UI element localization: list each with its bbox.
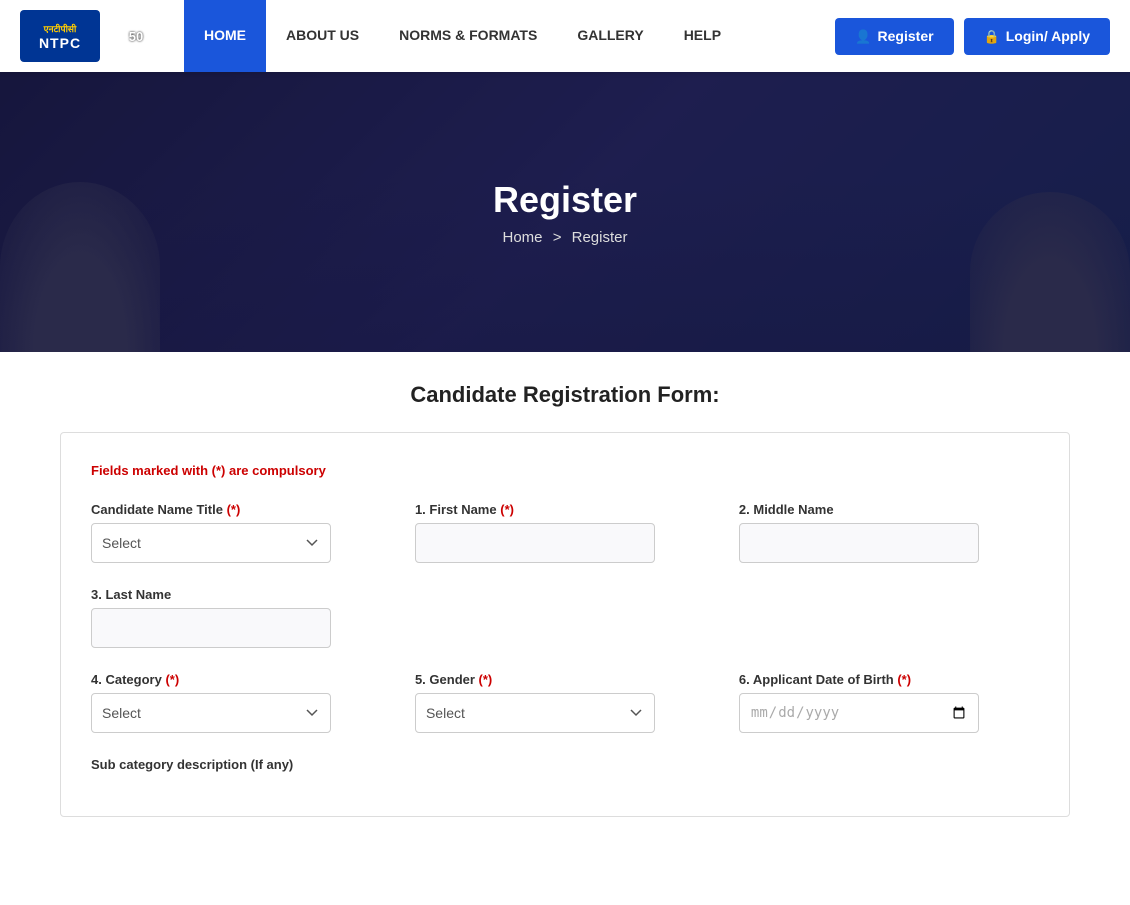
middlename-label: 2. Middle Name <box>739 502 1039 517</box>
firstname-label: 1. First Name (*) <box>415 502 715 517</box>
form-row-3: 4. Category (*) Select General OBC SC ST… <box>91 672 1039 733</box>
field-title-group: Candidate Name Title (*) Select Mr. Mrs.… <box>91 502 391 563</box>
title-select[interactable]: Select Mr. Mrs. Ms. Dr. <box>91 523 331 563</box>
field-category-group: 4. Category (*) Select General OBC SC ST <box>91 672 391 733</box>
navbar: एनटीपीसी NTPC 50 HOME ABOUT US NORMS & F… <box>0 0 1130 72</box>
ntpc-50-logo: 50 <box>108 10 164 62</box>
form-title: Candidate Registration Form: <box>60 382 1070 408</box>
nav-actions: Register Login/ Apply <box>835 18 1110 55</box>
nav-help[interactable]: HELP <box>664 0 741 72</box>
form-row-1: Candidate Name Title (*) Select Mr. Mrs.… <box>91 502 1039 563</box>
ntpc-logo-hindi: एनटीपीसी <box>44 22 77 35</box>
field-lastname-group: 3. Last Name <box>91 587 391 648</box>
breadcrumb-home: Home <box>503 229 543 246</box>
subcategory-label: Sub category description (If any) <box>91 757 391 772</box>
form-row-4: Sub category description (If any) <box>91 757 1039 772</box>
category-select[interactable]: Select General OBC SC ST <box>91 693 331 733</box>
gender-label: 5. Gender (*) <box>415 672 715 687</box>
field-middlename-group: 2. Middle Name <box>739 502 1039 563</box>
form-row-2: 3. Last Name <box>91 587 1039 648</box>
dob-label: 6. Applicant Date of Birth (*) <box>739 672 1039 687</box>
category-label: 4. Category (*) <box>91 672 391 687</box>
title-label: Candidate Name Title (*) <box>91 502 391 517</box>
dob-input[interactable] <box>739 693 979 733</box>
register-button[interactable]: Register <box>835 18 953 55</box>
ntpc-logo: एनटीपीसी NTPC <box>20 10 100 62</box>
lastname-input[interactable] <box>91 608 331 648</box>
person-icon <box>855 28 871 45</box>
field-gender-group: 5. Gender (*) Select Male Female Other <box>415 672 715 733</box>
nav-about[interactable]: ABOUT US <box>266 0 379 72</box>
hero-title: Register <box>493 179 637 221</box>
middlename-input[interactable] <box>739 523 979 563</box>
hero-person-right <box>970 192 1130 352</box>
nav-home[interactable]: HOME <box>184 0 266 72</box>
login-button[interactable]: Login/ Apply <box>964 18 1110 55</box>
firstname-input[interactable] <box>415 523 655 563</box>
lock-icon <box>984 28 1000 45</box>
breadcrumb-separator: > <box>553 229 562 246</box>
form-section: Candidate Registration Form: Fields mark… <box>40 352 1090 857</box>
gender-select[interactable]: Select Male Female Other <box>415 693 655 733</box>
field-subcategory-group: Sub category description (If any) <box>91 757 391 772</box>
form-card: Fields marked with (*) are compulsory Ca… <box>60 432 1070 817</box>
field-dob-group: 6. Applicant Date of Birth (*) <box>739 672 1039 733</box>
nav-gallery[interactable]: GALLERY <box>557 0 663 72</box>
field-firstname-group: 1. First Name (*) <box>415 502 715 563</box>
nav-norms[interactable]: NORMS & FORMATS <box>379 0 557 72</box>
logo-area: एनटीपीसी NTPC 50 <box>20 10 164 62</box>
lastname-label: 3. Last Name <box>91 587 391 602</box>
compulsory-note: Fields marked with (*) are compulsory <box>91 463 1039 478</box>
hero-content: Register Home > Register <box>493 179 637 246</box>
hero-person-left <box>0 182 160 352</box>
breadcrumb: Home > Register <box>493 229 637 246</box>
ntpc-logo-eng: NTPC <box>39 35 81 51</box>
hero-section: Register Home > Register <box>0 72 1130 352</box>
nav-links: HOME ABOUT US NORMS & FORMATS GALLERY HE… <box>184 0 835 72</box>
breadcrumb-current: Register <box>572 229 628 246</box>
